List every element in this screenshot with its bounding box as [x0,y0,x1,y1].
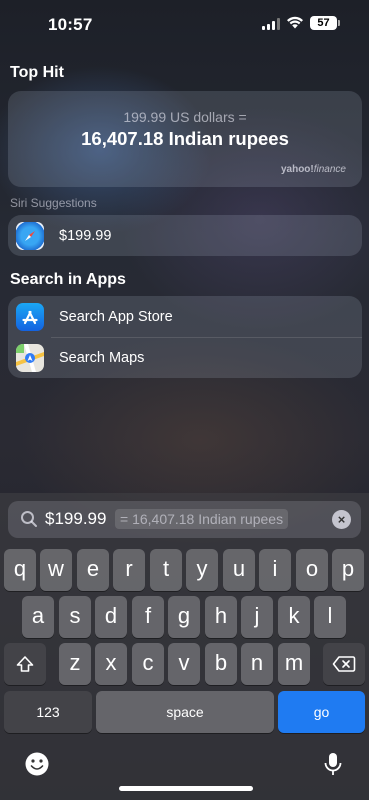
siri-suggestion-label: $199.99 [59,227,112,244]
key-q[interactable]: q [4,549,36,591]
key-l[interactable]: l [314,596,346,638]
key-v[interactable]: v [168,643,200,685]
safari-icon [16,221,44,250]
key-b[interactable]: b [205,643,237,685]
clear-search-icon[interactable]: × [332,510,351,529]
cellular-signal-icon [262,18,280,30]
key-h[interactable]: h [205,596,237,638]
search-field[interactable]: $199.99 = 16,407.18 Indian rupees × [8,501,361,538]
numbers-key[interactable]: 123 [4,691,92,733]
key-c[interactable]: c [132,643,164,685]
currency-conversion-card[interactable]: 199.99 US dollars = 16,407.18 Indian rup… [8,91,362,187]
battery-indicator: 57 [310,16,340,30]
key-k[interactable]: k [278,596,310,638]
backspace-key[interactable] [323,643,365,685]
key-x[interactable]: x [95,643,127,685]
emoji-icon[interactable] [24,751,50,777]
maps-icon [16,343,44,372]
key-m[interactable]: m [278,643,310,685]
siri-suggestions-card: $199.99 [8,215,362,256]
search-in-apps-card: Search App Store Search Maps [8,296,362,378]
key-o[interactable]: o [296,549,328,591]
siri-suggestions-heading: Siri Suggestions [10,196,97,210]
search-in-apps-heading: Search in Apps [10,271,126,288]
space-key[interactable]: space [96,691,274,733]
key-t[interactable]: t [150,549,182,591]
key-d[interactable]: d [95,596,127,638]
key-e[interactable]: e [77,549,109,591]
inline-conversion-suggestion: = 16,407.18 Indian rupees [115,509,289,529]
yahoo-finance-logo: yahoo!finance [280,164,346,175]
search-query-text[interactable]: $199.99 [45,509,106,529]
key-w[interactable]: w [40,549,72,591]
search-maps-item[interactable]: Search Maps [8,337,362,378]
search-maps-label: Search Maps [59,349,145,366]
key-p[interactable]: p [332,549,364,591]
status-bar: 10:57 57 [0,0,369,50]
backspace-icon [332,656,356,672]
conversion-result: 16,407.18 Indian rupees [81,128,289,149]
siri-suggestion-item[interactable]: $199.99 [8,215,362,256]
key-g[interactable]: g [168,596,200,638]
app-store-icon [16,302,44,331]
key-r[interactable]: r [113,549,145,591]
go-key[interactable]: go [278,691,365,733]
status-time: 10:57 [48,15,93,34]
key-u[interactable]: u [223,549,255,591]
key-s[interactable]: s [59,596,91,638]
search-app-store-item[interactable]: Search App Store [8,296,362,338]
key-f[interactable]: f [132,596,164,638]
shift-key[interactable] [4,643,46,685]
key-a[interactable]: a [22,596,54,638]
shift-icon [16,656,34,672]
top-hit-heading: Top Hit [10,64,64,81]
key-y[interactable]: y [186,549,218,591]
search-icon [21,511,37,527]
conversion-source: 199.99 US dollars = [123,109,247,125]
home-indicator[interactable] [119,786,253,791]
key-i[interactable]: i [259,549,291,591]
microphone-icon[interactable] [320,751,346,777]
search-app-store-label: Search App Store [59,308,173,325]
key-z[interactable]: z [59,643,91,685]
wifi-icon [287,16,303,29]
key-n[interactable]: n [241,643,273,685]
key-j[interactable]: j [241,596,273,638]
